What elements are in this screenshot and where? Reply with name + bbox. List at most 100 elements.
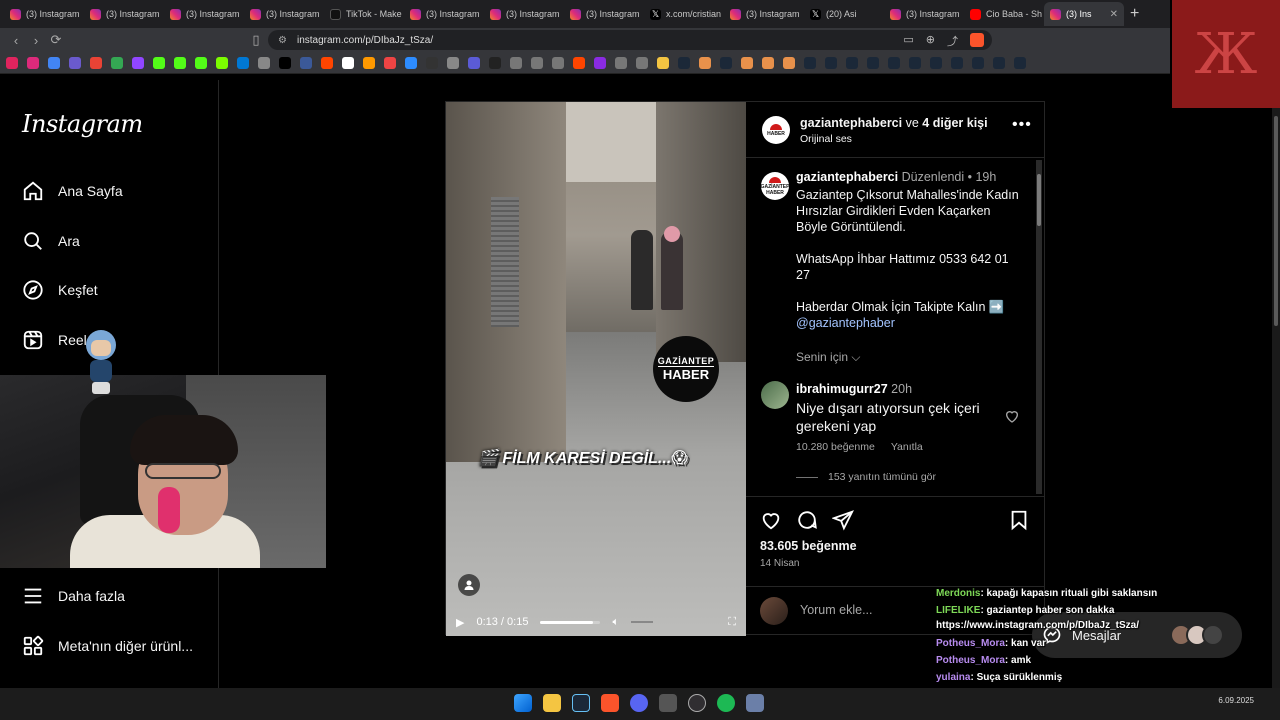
address-bar[interactable]: ⚙ instagram.com/p/DIbaJz_tSza/ ▭ ⊕ ⤴ bbox=[268, 30, 992, 50]
bookmark-favicon-icon[interactable] bbox=[615, 56, 627, 69]
reload-icon[interactable]: ⟳ bbox=[46, 32, 66, 48]
like-count[interactable]: 83.605 beğenme bbox=[760, 539, 857, 553]
bookmark-favicon-icon[interactable] bbox=[762, 56, 774, 69]
comment-like-icon[interactable] bbox=[1004, 408, 1020, 424]
bookmark-favicon-icon[interactable] bbox=[174, 56, 186, 69]
share-icon[interactable] bbox=[832, 509, 854, 531]
browser-tab[interactable]: (3) Instagram bbox=[564, 2, 644, 26]
sidebar-item-more[interactable]: Daha fazla bbox=[22, 585, 125, 607]
bookmark-favicon-icon[interactable] bbox=[846, 56, 858, 69]
new-tab-button[interactable]: + bbox=[1130, 5, 1139, 23]
caption-user[interactable]: gaziantephaberci Düzenlendi • 19h bbox=[796, 170, 996, 184]
app-icon[interactable] bbox=[659, 694, 677, 712]
comment-input[interactable]: Yorum ekle... bbox=[800, 603, 873, 617]
fullscreen-icon[interactable]: ⛶ bbox=[728, 616, 736, 629]
bookmark-favicon-icon[interactable] bbox=[804, 56, 816, 69]
bookmark-favicon-icon[interactable] bbox=[888, 56, 900, 69]
bookmark-favicon-icon[interactable] bbox=[783, 56, 795, 69]
instagram-logo[interactable]: Instagram bbox=[22, 110, 143, 138]
bookmark-favicon-icon[interactable] bbox=[405, 56, 417, 69]
discord-icon[interactable] bbox=[630, 694, 648, 712]
like-icon[interactable] bbox=[760, 509, 782, 531]
bookmark-favicon-icon[interactable] bbox=[342, 56, 354, 69]
settings-app-icon[interactable] bbox=[746, 694, 764, 712]
bookmark-favicon-icon[interactable] bbox=[972, 56, 984, 69]
volume-slider[interactable] bbox=[631, 621, 654, 623]
browser-tab[interactable]: Cio Baba - Sh bbox=[964, 2, 1044, 26]
sidebar-item-home[interactable]: Ana Sayfa bbox=[22, 180, 123, 202]
bookmark-favicon-icon[interactable] bbox=[552, 56, 564, 69]
author-avatar[interactable]: HABER bbox=[762, 116, 790, 144]
more-options-icon[interactable]: ••• bbox=[1012, 116, 1032, 134]
commenter-avatar[interactable] bbox=[761, 381, 789, 409]
bookmark-favicon-icon[interactable] bbox=[258, 56, 270, 69]
bookmark-favicon-icon[interactable] bbox=[510, 56, 522, 69]
forward-icon[interactable]: › bbox=[26, 33, 46, 48]
close-tab-icon[interactable]: ✕ bbox=[1110, 9, 1118, 20]
bookmark-favicon-icon[interactable] bbox=[69, 56, 81, 69]
bookmark-favicon-icon[interactable] bbox=[825, 56, 837, 69]
bookmark-favicon-icon[interactable] bbox=[6, 56, 18, 69]
bookmark-favicon-icon[interactable] bbox=[111, 56, 123, 69]
bookmark-favicon-icon[interactable] bbox=[720, 56, 732, 69]
bookmark-favicon-icon[interactable] bbox=[90, 56, 102, 69]
browser-tab[interactable]: (3) Instagram bbox=[84, 2, 164, 26]
bookmark-favicon-icon[interactable] bbox=[27, 56, 39, 69]
bookmark-favicon-icon[interactable] bbox=[48, 56, 60, 69]
bookmark-favicon-icon[interactable] bbox=[741, 56, 753, 69]
bookmark-favicon-icon[interactable] bbox=[279, 56, 291, 69]
bookmark-favicon-icon[interactable] bbox=[930, 56, 942, 69]
bookmark-favicon-icon[interactable] bbox=[909, 56, 921, 69]
bookmark-favicon-icon[interactable] bbox=[531, 56, 543, 69]
bookmark-favicon-icon[interactable] bbox=[216, 56, 228, 69]
bookmark-favicon-icon[interactable] bbox=[384, 56, 396, 69]
sidebar-item-explore[interactable]: Keşfet bbox=[22, 279, 98, 301]
bookmark-favicon-icon[interactable] bbox=[594, 56, 606, 69]
share-icon[interactable]: ⤴ bbox=[947, 33, 958, 49]
reply-button[interactable]: Yanıtla bbox=[891, 441, 923, 453]
browser-tab[interactable]: (3) Instagram bbox=[244, 2, 324, 26]
bookmark-favicon-icon[interactable] bbox=[363, 56, 375, 69]
bookmark-favicon-icon[interactable] bbox=[678, 56, 690, 69]
play-icon[interactable]: ▶ bbox=[456, 616, 464, 629]
mention-link[interactable]: @gaziantephaber bbox=[796, 316, 895, 330]
bookmark-favicon-icon[interactable] bbox=[321, 56, 333, 69]
bookmark-favicon-icon[interactable] bbox=[657, 56, 669, 69]
caption-author-avatar[interactable]: GAZİANTEP HABER bbox=[761, 172, 789, 200]
zoom-icon[interactable]: ⊕ bbox=[926, 33, 935, 49]
bookmark-favicon-icon[interactable] bbox=[132, 56, 144, 69]
browser-tab[interactable]: (3) Ins ✕ bbox=[1044, 2, 1124, 26]
video-progress[interactable] bbox=[540, 620, 601, 624]
bookmark-favicon-icon[interactable] bbox=[195, 56, 207, 69]
steam-icon[interactable] bbox=[572, 694, 590, 712]
comment-user[interactable]: ibrahimugurr27 20h bbox=[796, 382, 912, 396]
original-audio-link[interactable]: Orijinal ses bbox=[800, 133, 852, 145]
comment-likes[interactable]: 10.280 beğenme bbox=[796, 441, 875, 453]
bookmark-favicon-icon[interactable] bbox=[867, 56, 879, 69]
browser-tab[interactable]: 𝕏 (20) Asi bbox=[804, 2, 884, 26]
install-icon[interactable]: ▭ bbox=[903, 33, 913, 49]
browser-tab[interactable]: 𝕏x.com/cristian bbox=[644, 2, 724, 26]
file-explorer-icon[interactable] bbox=[543, 694, 561, 712]
bookmark-favicon-icon[interactable] bbox=[489, 56, 501, 69]
browser-tab[interactable]: (3) Instagram bbox=[724, 2, 804, 26]
caption-scrollbar[interactable] bbox=[1036, 160, 1042, 494]
sidebar-item-search[interactable]: Ara bbox=[22, 230, 80, 252]
bookmark-favicon-icon[interactable] bbox=[447, 56, 459, 69]
bookmark-favicon-icon[interactable] bbox=[153, 56, 165, 69]
bookmark-favicon-icon[interactable] bbox=[573, 56, 585, 69]
save-icon[interactable] bbox=[1008, 509, 1030, 531]
bookmark-favicon-icon[interactable] bbox=[237, 56, 249, 69]
windows-start-icon[interactable] bbox=[514, 694, 532, 712]
browser-tab[interactable]: TikTok - Make bbox=[324, 2, 404, 26]
spotify-icon[interactable] bbox=[717, 694, 735, 712]
reel-video[interactable]: GAZİANTEP HABER 🎬 FİLM KARESİ DEGİL...😱 … bbox=[446, 102, 746, 636]
bookmark-favicon-icon[interactable] bbox=[468, 56, 480, 69]
see-translation-link[interactable]: Senin için ⌵ bbox=[796, 350, 860, 365]
browser-tab[interactable]: (3) Instagram bbox=[484, 2, 564, 26]
page-scrollbar[interactable] bbox=[1272, 108, 1280, 688]
bookmark-favicon-icon[interactable] bbox=[300, 56, 312, 69]
comment-icon[interactable] bbox=[796, 509, 818, 531]
brave-icon[interactable] bbox=[601, 694, 619, 712]
site-settings-icon[interactable]: ⚙ bbox=[278, 35, 287, 46]
